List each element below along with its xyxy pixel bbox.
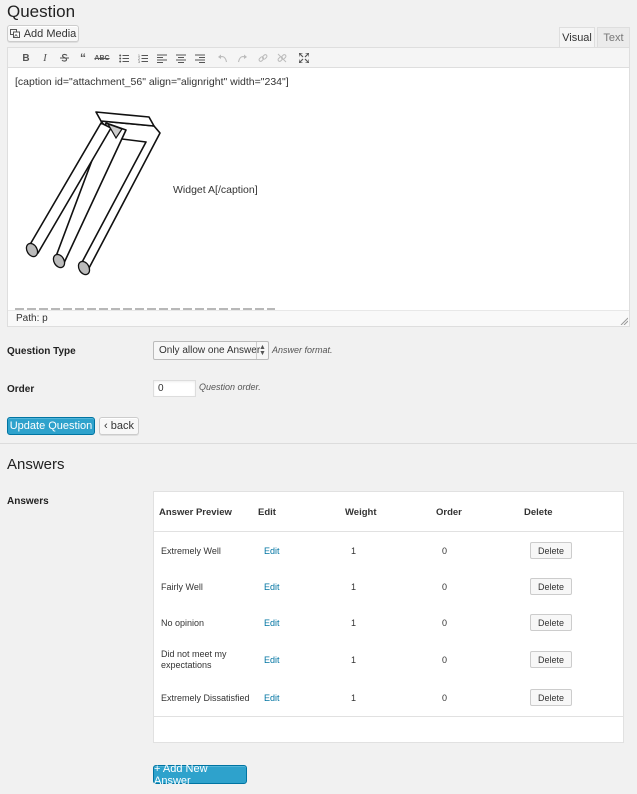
answer-weight: 1 xyxy=(351,693,357,703)
back-button[interactable]: ‹ back xyxy=(99,417,139,435)
delete-button[interactable]: Delete xyxy=(530,542,572,559)
question-type-value: Only allow one Answer xyxy=(159,345,261,356)
answers-table: Answer Preview Edit Weight Order Delete … xyxy=(153,491,624,743)
delete-button[interactable]: Delete xyxy=(530,689,572,706)
editor-toolbar: B I “ ABC 123 xyxy=(8,48,629,68)
link-icon[interactable] xyxy=(255,50,271,66)
add-new-answer-button[interactable]: + Add New Answer xyxy=(153,763,247,787)
answers-label: Answers xyxy=(7,496,49,507)
section-divider xyxy=(0,443,637,444)
question-type-select[interactable]: Only allow one Answer ▲ ▼ xyxy=(153,341,269,360)
svg-text:3: 3 xyxy=(138,60,140,63)
answer-order: 0 xyxy=(442,693,448,703)
align-right-icon[interactable] xyxy=(192,50,208,66)
answers-heading: Answers xyxy=(7,456,65,473)
page-title: Question xyxy=(7,2,76,21)
align-center-icon[interactable] xyxy=(173,50,189,66)
col-delete: Delete xyxy=(524,507,553,518)
undo-icon[interactable] xyxy=(215,50,231,66)
answer-weight: 1 xyxy=(351,546,357,556)
answer-preview: Did not meet my expectations xyxy=(161,649,227,670)
redo-icon[interactable] xyxy=(234,50,250,66)
update-question-button[interactable]: Update Question xyxy=(7,417,95,435)
widget-image xyxy=(25,111,161,276)
answer-weight: 1 xyxy=(351,655,357,665)
answer-preview: Extremely Dissatisfied xyxy=(161,693,250,703)
tab-visual[interactable]: Visual xyxy=(559,27,595,48)
edit-link[interactable]: Edit xyxy=(264,582,280,592)
table-row: Did not meet my expectations Edit 1 0 De… xyxy=(154,641,623,681)
fullscreen-icon[interactable] xyxy=(296,50,312,66)
tab-text[interactable]: Text xyxy=(597,27,630,48)
italic-icon[interactable]: I xyxy=(37,50,53,66)
editor-path: Path: p xyxy=(8,310,629,326)
bold-icon[interactable]: B xyxy=(18,50,34,66)
bullet-list-icon[interactable] xyxy=(116,50,132,66)
editor-content[interactable]: [caption id="attachment_56" align="align… xyxy=(8,69,629,310)
order-label: Order xyxy=(7,384,35,395)
add-media-label: Add Media xyxy=(23,27,77,40)
table-row: Extremely Dissatisfied Edit 1 0 Delete xyxy=(154,681,623,717)
select-arrows-icon: ▲ ▼ xyxy=(256,342,268,359)
horizontal-rule-icon[interactable]: ABC xyxy=(94,50,110,66)
resize-handle-icon[interactable] xyxy=(620,317,628,325)
numbered-list-icon[interactable]: 123 xyxy=(135,50,151,66)
table-row: Fairly Well Edit 1 0 Delete xyxy=(154,569,623,605)
col-edit: Edit xyxy=(258,507,276,518)
table-header: Answer Preview Edit Weight Order Delete xyxy=(154,492,623,532)
align-left-icon[interactable] xyxy=(154,50,170,66)
answer-order: 0 xyxy=(442,582,448,592)
delete-button[interactable]: Delete xyxy=(530,614,572,631)
question-type-hint: Answer format. xyxy=(272,345,333,355)
answer-preview: Extremely Well xyxy=(161,546,221,556)
answer-weight: 1 xyxy=(351,618,357,628)
edit-link[interactable]: Edit xyxy=(264,693,280,703)
edit-link[interactable]: Edit xyxy=(264,655,280,665)
col-weight: Weight xyxy=(345,507,377,518)
answer-order: 0 xyxy=(442,618,448,628)
answer-order: 0 xyxy=(442,655,448,665)
answer-preview: Fairly Well xyxy=(161,582,203,592)
answer-order: 0 xyxy=(442,546,448,556)
delete-button[interactable]: Delete xyxy=(530,578,572,595)
media-icon xyxy=(9,29,20,38)
table-row: No opinion Edit 1 0 Delete xyxy=(154,605,623,641)
col-answer-preview: Answer Preview xyxy=(159,507,232,518)
edit-link[interactable]: Edit xyxy=(264,546,280,556)
add-media-button[interactable]: Add Media xyxy=(7,25,79,42)
answer-weight: 1 xyxy=(351,582,357,592)
delete-button[interactable]: Delete xyxy=(530,651,572,668)
unlink-icon[interactable] xyxy=(274,50,290,66)
question-type-label: Question Type xyxy=(7,346,76,357)
order-hint: Question order. xyxy=(199,382,261,392)
table-footer-divider xyxy=(154,716,623,717)
strikethrough-icon[interactable] xyxy=(56,50,72,66)
caption-shortcode: [caption id="attachment_56" align="align… xyxy=(15,76,289,88)
answer-preview: No opinion xyxy=(161,618,205,628)
blockquote-icon[interactable]: “ xyxy=(75,50,91,66)
col-order: Order xyxy=(436,507,462,518)
order-input[interactable]: 0 xyxy=(153,380,196,397)
content-editor[interactable]: B I “ ABC 123 [caption id="attachment_56… xyxy=(7,47,630,327)
caption-text: Widget A[/caption] xyxy=(173,184,258,196)
edit-link[interactable]: Edit xyxy=(264,618,280,628)
table-row: Extremely Well Edit 1 0 Delete xyxy=(154,533,623,569)
